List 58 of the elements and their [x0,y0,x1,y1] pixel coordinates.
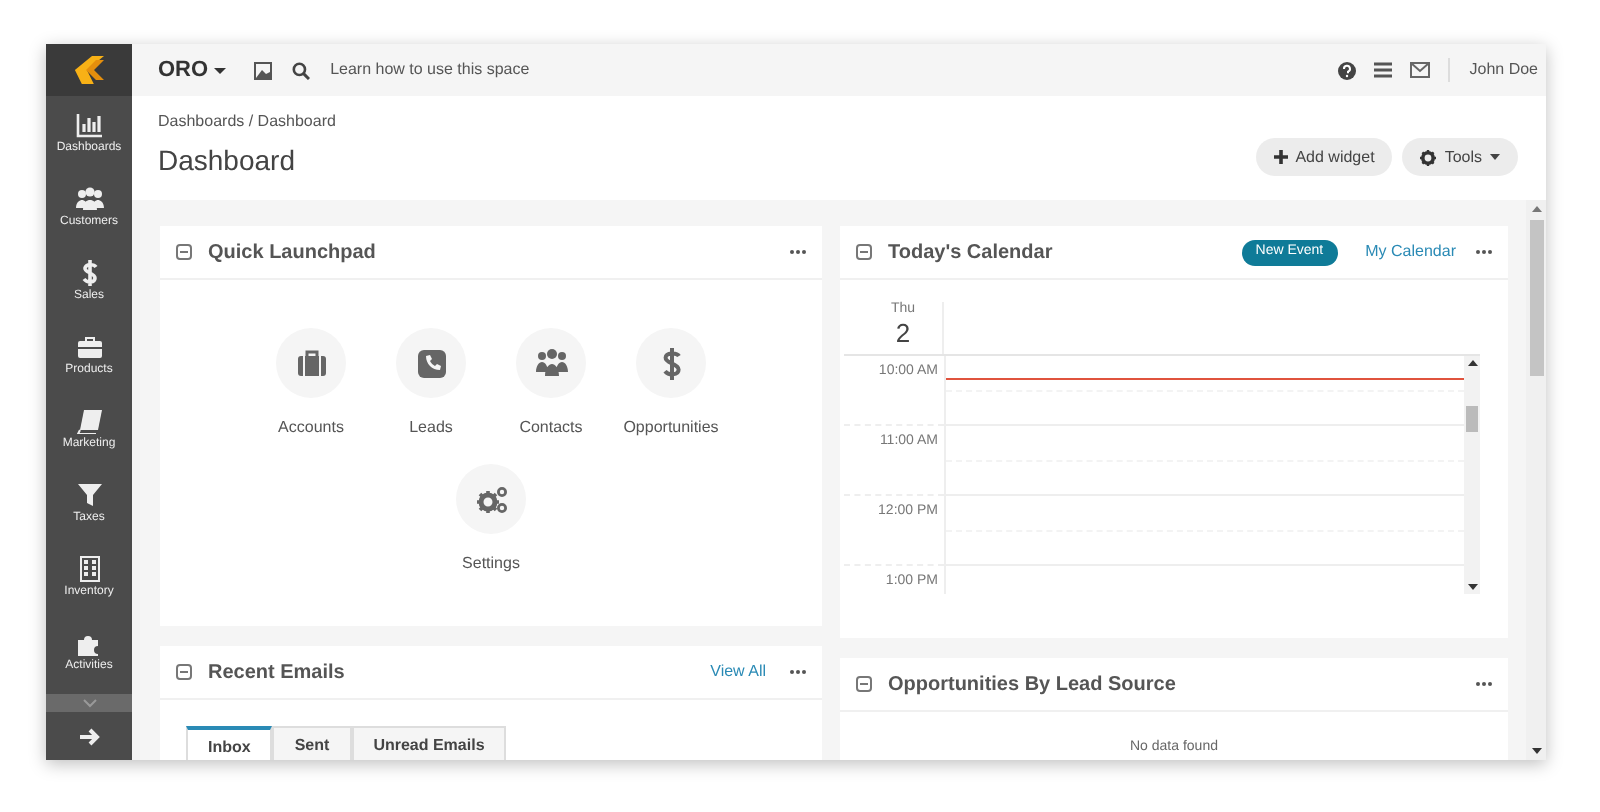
caret-icon [214,67,227,73]
add-widget-button[interactable]: Add widget [1255,138,1393,176]
envelope-icon[interactable] [1409,62,1430,78]
plus-icon [1273,150,1288,164]
my-calendar-link[interactable]: My Calendar [1365,240,1456,264]
arrow-right-icon[interactable] [79,727,99,745]
collapse-icon[interactable] [856,244,872,260]
email-tab[interactable]: Unread Emails [351,726,507,760]
scroll-down-icon[interactable] [1467,583,1477,590]
search-icon[interactable] [292,61,311,79]
gear-icon [1420,149,1437,165]
menu-icon[interactable] [1373,62,1392,78]
launch-tile[interactable] [636,328,706,398]
chart-icon [75,111,103,137]
launch-tile[interactable] [516,328,586,398]
launch-tile[interactable] [276,328,346,398]
caret-icon [1490,154,1500,160]
widget-title: Today's Calendar [888,239,1053,267]
view-all-link[interactable]: View All [710,660,766,684]
gears-icon [475,483,507,515]
widget-title: Recent Emails [208,659,345,687]
scroll-down-icon[interactable] [1531,748,1541,754]
email-tab[interactable]: Sent [272,726,352,760]
help-link[interactable]: Learn how to use this space [330,58,530,82]
launch-label[interactable]: Accounts [278,416,344,440]
launch-tile[interactable] [456,464,526,534]
tools-button[interactable]: Tools [1402,138,1518,176]
page-title: Dashboard [158,142,297,180]
people-icon [75,185,103,211]
day-number: 2 [895,318,911,348]
help-icon[interactable] [1337,61,1356,79]
breadcrumb: Dashboards / Dashboard [158,110,336,134]
image-icon[interactable] [254,61,273,79]
launch-label[interactable]: Opportunities [623,416,719,440]
collapse-icon[interactable] [176,244,192,260]
launch-label[interactable]: Leads [409,416,453,440]
widget-title: Quick Launchpad [208,239,376,267]
logo-icon [71,56,107,84]
scroll-thumb[interactable] [1466,406,1478,433]
launch-tile[interactable] [396,328,466,398]
collapse-icon[interactable] [176,664,192,680]
chevron-down-icon [81,698,97,708]
book-icon [75,407,103,433]
launch-label[interactable]: Contacts [519,416,583,440]
phone-icon [415,347,447,379]
briefcase-icon [75,333,103,359]
briefcase-icon [295,347,327,379]
scroll-thumb[interactable] [1529,220,1543,376]
brand-menu[interactable]: ORO [158,53,227,87]
building-icon [75,555,103,581]
collapse-icon[interactable] [856,676,872,692]
funnel-icon [75,481,103,507]
widget-title: Opportunities By Lead Source [888,671,1176,699]
scroll-up-icon[interactable] [1467,360,1477,366]
people-icon [535,347,567,379]
launch-label[interactable]: Settings [462,552,520,576]
email-tab[interactable]: Inbox [186,726,273,760]
user-menu[interactable]: John Doe [1469,58,1538,82]
